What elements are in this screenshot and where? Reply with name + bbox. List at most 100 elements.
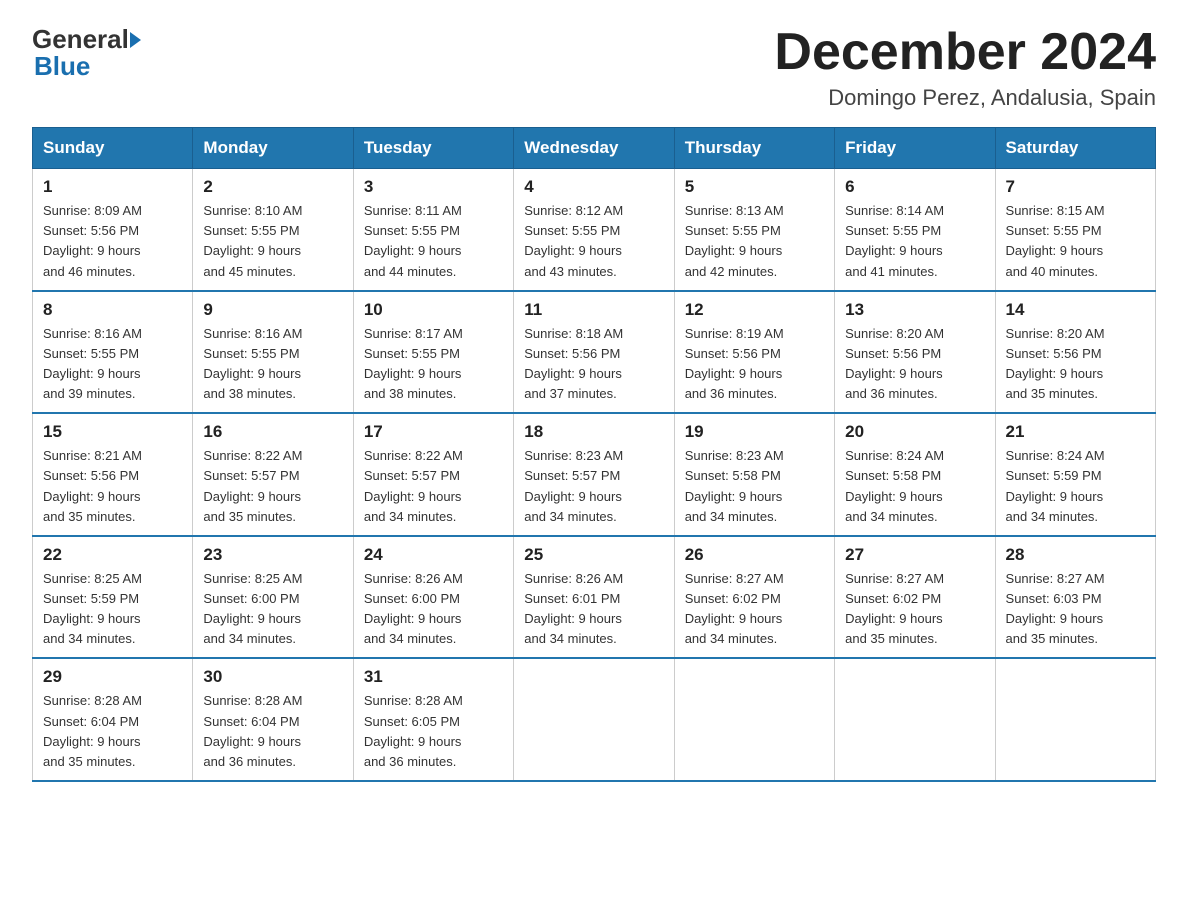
table-row: 4 Sunrise: 8:12 AMSunset: 5:55 PMDaylight… [514,169,674,291]
day-info: Sunrise: 8:28 AMSunset: 6:04 PMDaylight:… [43,691,182,772]
day-info: Sunrise: 8:13 AMSunset: 5:55 PMDaylight:… [685,201,824,282]
calendar-week-row: 22 Sunrise: 8:25 AMSunset: 5:59 PMDayligh… [33,536,1156,659]
day-number: 20 [845,422,984,442]
day-number: 26 [685,545,824,565]
day-info: Sunrise: 8:15 AMSunset: 5:55 PMDaylight:… [1006,201,1145,282]
day-number: 21 [1006,422,1145,442]
table-row: 3 Sunrise: 8:11 AMSunset: 5:55 PMDaylight… [353,169,513,291]
logo: General Blue [32,24,141,82]
logo-arrow-icon [130,32,141,48]
table-row: 11 Sunrise: 8:18 AMSunset: 5:56 PMDayligh… [514,291,674,414]
col-saturday: Saturday [995,128,1155,169]
day-info: Sunrise: 8:22 AMSunset: 5:57 PMDaylight:… [203,446,342,527]
table-row: 20 Sunrise: 8:24 AMSunset: 5:58 PMDayligh… [835,413,995,536]
calendar-week-row: 29Sunrise: 8:28 AMSunset: 6:04 PMDayligh… [33,658,1156,781]
day-info: Sunrise: 8:24 AMSunset: 5:59 PMDaylight:… [1006,446,1145,527]
day-number: 3 [364,177,503,197]
day-number: 22 [43,545,182,565]
day-number: 19 [685,422,824,442]
day-info: Sunrise: 8:28 AMSunset: 6:05 PMDaylight:… [364,691,503,772]
day-info: Sunrise: 8:25 AMSunset: 5:59 PMDaylight:… [43,569,182,650]
table-row: 24Sunrise: 8:26 AMSunset: 6:00 PMDayligh… [353,536,513,659]
day-info: Sunrise: 8:24 AMSunset: 5:58 PMDaylight:… [845,446,984,527]
calendar-header-row: Sunday Monday Tuesday Wednesday Thursday… [33,128,1156,169]
table-row: 2Sunrise: 8:10 AMSunset: 5:55 PMDaylight… [193,169,353,291]
day-number: 7 [1006,177,1145,197]
day-info: Sunrise: 8:18 AMSunset: 5:56 PMDaylight:… [524,324,663,405]
calendar-subtitle: Domingo Perez, Andalusia, Spain [774,85,1156,111]
day-info: Sunrise: 8:22 AMSunset: 5:57 PMDaylight:… [364,446,503,527]
title-block: December 2024 Domingo Perez, Andalusia, … [774,24,1156,111]
table-row: 27 Sunrise: 8:27 AMSunset: 6:02 PMDayligh… [835,536,995,659]
table-row: 26 Sunrise: 8:27 AMSunset: 6:02 PMDayligh… [674,536,834,659]
day-info: Sunrise: 8:27 AMSunset: 6:03 PMDaylight:… [1006,569,1145,650]
day-info: Sunrise: 8:27 AMSunset: 6:02 PMDaylight:… [685,569,824,650]
table-row: 10Sunrise: 8:17 AMSunset: 5:55 PMDayligh… [353,291,513,414]
day-number: 31 [364,667,503,687]
day-number: 25 [524,545,663,565]
day-info: Sunrise: 8:23 AMSunset: 5:57 PMDaylight:… [524,446,663,527]
day-info: Sunrise: 8:25 AMSunset: 6:00 PMDaylight:… [203,569,342,650]
day-info: Sunrise: 8:26 AMSunset: 6:00 PMDaylight:… [364,569,503,650]
day-info: Sunrise: 8:09 AMSunset: 5:56 PMDaylight:… [43,201,182,282]
table-row: 17 Sunrise: 8:22 AMSunset: 5:57 PMDayligh… [353,413,513,536]
day-number: 8 [43,300,182,320]
table-row: 1 Sunrise: 8:09 AMSunset: 5:56 PMDaylight… [33,169,193,291]
table-row: 21 Sunrise: 8:24 AMSunset: 5:59 PMDayligh… [995,413,1155,536]
table-row: 22 Sunrise: 8:25 AMSunset: 5:59 PMDayligh… [33,536,193,659]
table-row: 29Sunrise: 8:28 AMSunset: 6:04 PMDayligh… [33,658,193,781]
day-info: Sunrise: 8:10 AMSunset: 5:55 PMDaylight:… [203,201,342,282]
table-row: 7 Sunrise: 8:15 AMSunset: 5:55 PMDaylight… [995,169,1155,291]
day-number: 4 [524,177,663,197]
day-number: 14 [1006,300,1145,320]
day-info: Sunrise: 8:14 AMSunset: 5:55 PMDaylight:… [845,201,984,282]
calendar-week-row: 1 Sunrise: 8:09 AMSunset: 5:56 PMDaylight… [33,169,1156,291]
table-row: 5 Sunrise: 8:13 AMSunset: 5:55 PMDaylight… [674,169,834,291]
table-row [835,658,995,781]
table-row [514,658,674,781]
table-row: 30 Sunrise: 8:28 AMSunset: 6:04 PMDayligh… [193,658,353,781]
table-row: 8Sunrise: 8:16 AMSunset: 5:55 PMDaylight… [33,291,193,414]
calendar-week-row: 15Sunrise: 8:21 AMSunset: 5:56 PMDayligh… [33,413,1156,536]
table-row: 6 Sunrise: 8:14 AMSunset: 5:55 PMDaylight… [835,169,995,291]
page-header: General Blue December 2024 Domingo Perez… [32,24,1156,111]
col-friday: Friday [835,128,995,169]
table-row: 25 Sunrise: 8:26 AMSunset: 6:01 PMDayligh… [514,536,674,659]
table-row: 14 Sunrise: 8:20 AMSunset: 5:56 PMDayligh… [995,291,1155,414]
day-info: Sunrise: 8:17 AMSunset: 5:55 PMDaylight:… [364,324,503,405]
day-number: 28 [1006,545,1145,565]
day-number: 9 [203,300,342,320]
table-row: 12 Sunrise: 8:19 AMSunset: 5:56 PMDayligh… [674,291,834,414]
table-row: 9Sunrise: 8:16 AMSunset: 5:55 PMDaylight… [193,291,353,414]
table-row: 13Sunrise: 8:20 AMSunset: 5:56 PMDayligh… [835,291,995,414]
day-info: Sunrise: 8:12 AMSunset: 5:55 PMDaylight:… [524,201,663,282]
col-thursday: Thursday [674,128,834,169]
day-number: 17 [364,422,503,442]
day-number: 27 [845,545,984,565]
day-number: 16 [203,422,342,442]
table-row [995,658,1155,781]
day-info: Sunrise: 8:20 AMSunset: 5:56 PMDaylight:… [1006,324,1145,405]
col-sunday: Sunday [33,128,193,169]
calendar-title: December 2024 [774,24,1156,81]
day-number: 12 [685,300,824,320]
day-number: 11 [524,300,663,320]
col-tuesday: Tuesday [353,128,513,169]
col-wednesday: Wednesday [514,128,674,169]
table-row [674,658,834,781]
table-row: 28 Sunrise: 8:27 AMSunset: 6:03 PMDayligh… [995,536,1155,659]
day-info: Sunrise: 8:19 AMSunset: 5:56 PMDaylight:… [685,324,824,405]
day-info: Sunrise: 8:27 AMSunset: 6:02 PMDaylight:… [845,569,984,650]
day-number: 18 [524,422,663,442]
day-number: 1 [43,177,182,197]
day-number: 6 [845,177,984,197]
day-number: 5 [685,177,824,197]
calendar-week-row: 8Sunrise: 8:16 AMSunset: 5:55 PMDaylight… [33,291,1156,414]
day-info: Sunrise: 8:28 AMSunset: 6:04 PMDaylight:… [203,691,342,772]
day-number: 30 [203,667,342,687]
day-number: 15 [43,422,182,442]
col-monday: Monday [193,128,353,169]
day-number: 23 [203,545,342,565]
day-info: Sunrise: 8:11 AMSunset: 5:55 PMDaylight:… [364,201,503,282]
day-info: Sunrise: 8:26 AMSunset: 6:01 PMDaylight:… [524,569,663,650]
